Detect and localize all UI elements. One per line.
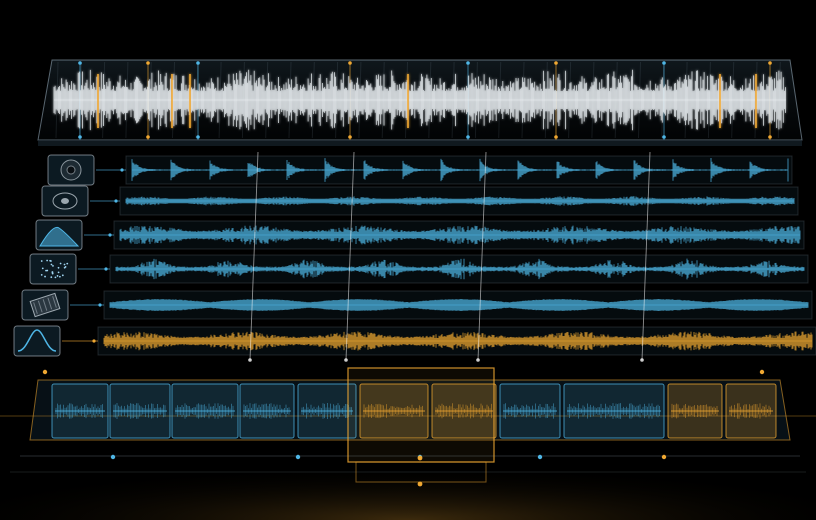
lane-connector-dot (98, 303, 102, 307)
track-5 (21, 289, 813, 321)
playhead-dot (344, 358, 348, 362)
master-marker-bottom (196, 135, 200, 139)
particle-dot (49, 259, 52, 262)
strip-node (110, 454, 116, 460)
strip-node (295, 454, 301, 460)
master-marker-bottom (348, 135, 352, 139)
speaker-icon[interactable] (47, 154, 95, 186)
master-marker-top (196, 61, 200, 65)
particle-dot (63, 266, 66, 269)
particle-dot (46, 269, 49, 272)
particle-dot (40, 260, 43, 262)
selection-handle-dot (417, 481, 423, 487)
disc-center (61, 198, 69, 204)
particle-dot (50, 263, 53, 266)
lane-connector-dot (114, 199, 118, 203)
scene-canvas (0, 59, 816, 520)
particle-dot (66, 262, 69, 265)
track-6 (13, 325, 816, 357)
master-marker-bottom (466, 135, 470, 139)
disc-icon[interactable] (41, 185, 89, 217)
track-3 (35, 219, 805, 251)
particle-dot (41, 267, 44, 270)
particle-dot (56, 275, 59, 277)
master-marker-top (466, 61, 470, 65)
selection-handle-dot (417, 455, 423, 461)
particle-dot (57, 266, 60, 269)
strip-node (537, 454, 543, 460)
particle-dot (63, 263, 66, 266)
master-marker-top (78, 61, 82, 65)
particle-dot (50, 276, 53, 279)
clip[interactable] (171, 383, 239, 439)
particles-icon[interactable] (29, 253, 77, 285)
master-marker-top (662, 61, 666, 65)
strip-node (42, 369, 48, 375)
master-track-panel (37, 59, 803, 146)
clip[interactable] (725, 383, 777, 439)
audio-workstation-visual (0, 0, 816, 520)
track-1 (47, 154, 793, 186)
playhead-dot (248, 358, 252, 362)
track-2 (41, 185, 799, 217)
clip[interactable] (297, 383, 357, 439)
particle-dot (52, 264, 54, 267)
master-marker-bottom (768, 135, 772, 139)
particle-dot (58, 275, 61, 278)
master-marker-bottom (78, 135, 82, 139)
clip[interactable] (563, 383, 665, 439)
mountain-wave-icon[interactable] (35, 219, 83, 251)
strip-node (661, 454, 667, 460)
clip[interactable] (499, 383, 561, 439)
particle-dot (44, 275, 46, 278)
particle-dot (40, 273, 43, 276)
track-4 (29, 253, 809, 285)
lane-connector-dot (120, 168, 124, 172)
particle-dot (51, 271, 54, 274)
particle-dot (54, 276, 57, 279)
playhead-dot (640, 358, 644, 362)
clip[interactable] (51, 383, 109, 439)
selection-frame (347, 367, 495, 463)
clip[interactable] (239, 383, 295, 439)
master-marker-top (146, 61, 150, 65)
icon-tile (29, 253, 77, 285)
strip-node (759, 369, 765, 375)
master-marker-top (554, 61, 558, 65)
microchip-icon[interactable] (21, 289, 69, 321)
lane-connector-dot (92, 339, 96, 343)
lane-connector-dot (108, 233, 112, 237)
lane-connector-dot (104, 267, 108, 271)
clip[interactable] (667, 383, 723, 439)
master-marker-top (348, 61, 352, 65)
particle-dot (46, 259, 49, 262)
playhead-dot (476, 358, 480, 362)
master-marker-bottom (554, 135, 558, 139)
particle-dot (57, 271, 60, 274)
bell-curve-icon[interactable] (13, 325, 61, 357)
master-marker-bottom (662, 135, 666, 139)
particle-dot (61, 274, 64, 277)
track-lanes (13, 154, 816, 357)
particle-dot (59, 262, 62, 265)
master-marker-top (768, 61, 772, 65)
speaker-center (66, 165, 76, 175)
clip[interactable] (109, 383, 171, 439)
master-marker-bottom (146, 135, 150, 139)
